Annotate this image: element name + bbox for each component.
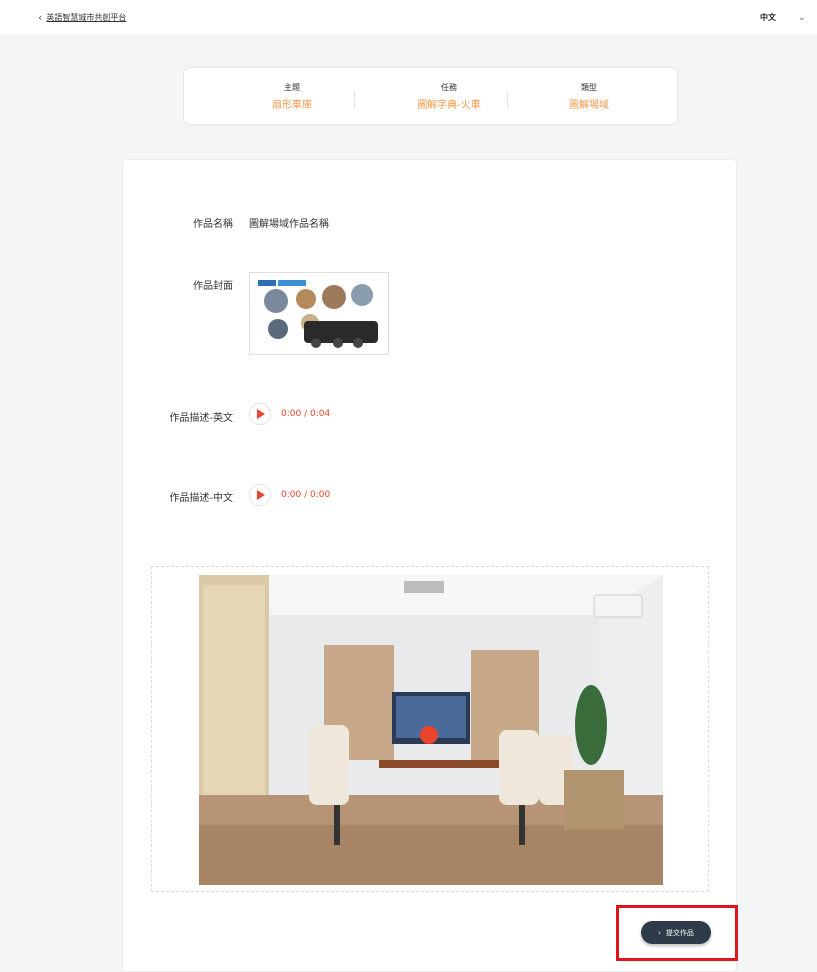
work-panel: 作品名稱 圖解場域作品名稱 作品封面 作品描述-英文 0:00 / 0:04 作…: [122, 159, 738, 972]
task-column: 任務 圖解字典-火車: [379, 82, 519, 111]
audio-time-zh: 0:00 / 0:00: [281, 490, 331, 500]
submit-highlight: › 提交作品: [616, 905, 738, 961]
type-column: 類型 圖解場域: [534, 82, 644, 111]
language-label: 中文: [760, 13, 776, 22]
divider: [354, 90, 355, 108]
top-bar: ‹ 英語智慧城市共創平台 中文 ⌄: [0, 0, 817, 34]
cover-image: [249, 272, 389, 355]
name-label: 作品名稱: [193, 219, 233, 230]
desc-en-label: 作品描述-英文: [169, 413, 233, 424]
theme-column: 主題 扇形車庫: [232, 82, 352, 111]
scene-image: [199, 575, 663, 885]
task-value: 圖解字典-火車: [417, 100, 481, 111]
theme-value: 扇形車庫: [272, 100, 312, 111]
audio-player-en: 0:00 / 0:04: [249, 403, 330, 425]
chevron-left-icon: ‹: [38, 11, 43, 24]
type-value: 圖解場域: [569, 100, 609, 111]
divider: [507, 90, 508, 108]
type-title: 類型: [581, 83, 597, 92]
submit-label: 提交作品: [665, 928, 694, 937]
name-value: 圖解場域作品名稱: [249, 219, 329, 230]
language-select[interactable]: 中文 ⌄: [760, 12, 806, 23]
submit-button[interactable]: › 提交作品: [641, 921, 711, 944]
audio-player-zh: 0:00 / 0:00: [249, 484, 330, 506]
scene-image-frame: [151, 566, 709, 892]
chevron-down-icon: ⌄: [798, 12, 806, 23]
task-title: 任務: [441, 83, 457, 92]
play-button-en[interactable]: [249, 403, 271, 425]
back-link-label: 英語智慧城市共創平台: [46, 13, 127, 22]
chevron-right-icon: ›: [658, 928, 661, 937]
cover-label: 作品封面: [193, 281, 233, 292]
desc-zh-label: 作品描述-中文: [169, 493, 233, 504]
info-card: 主題 扇形車庫 任務 圖解字典-火車 類型 圖解場域: [183, 67, 678, 125]
theme-title: 主題: [284, 83, 300, 92]
back-link[interactable]: ‹ 英語智慧城市共創平台: [38, 12, 126, 23]
play-button-zh[interactable]: [249, 484, 271, 506]
audio-time-en: 0:00 / 0:04: [281, 409, 331, 419]
play-icon: [257, 490, 265, 500]
play-icon: [257, 409, 265, 419]
